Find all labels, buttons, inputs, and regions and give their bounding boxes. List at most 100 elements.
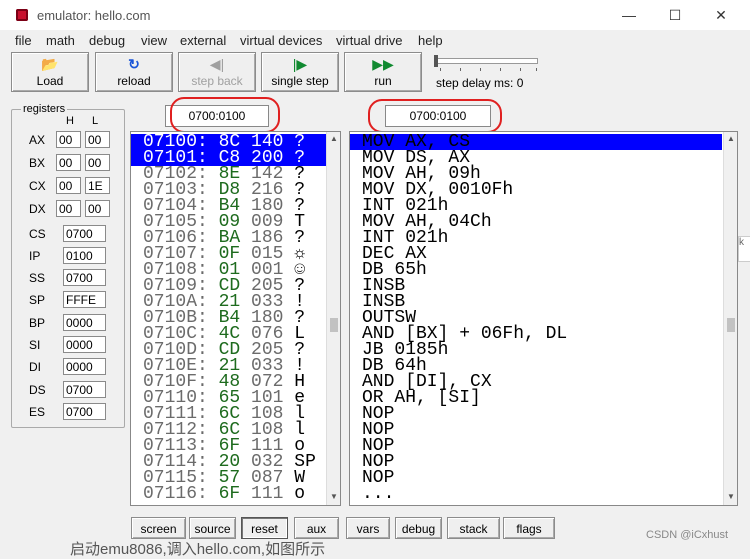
register-al-field[interactable]: 00 <box>85 131 110 148</box>
register-ds-field[interactable]: 0700 <box>63 381 106 398</box>
debug-button[interactable]: debug <box>395 517 442 539</box>
menu-external[interactable]: external <box>180 33 226 48</box>
single-step-button[interactable]: |▶ single step <box>261 52 339 92</box>
close-button[interactable]: ✕ <box>698 0 744 30</box>
registers-title: registers <box>21 103 68 115</box>
disassembly-row[interactable]: NOP <box>362 469 722 487</box>
register-sp-label: SP <box>29 293 46 307</box>
menu-help[interactable]: help <box>418 33 443 48</box>
disassembly-list[interactable]: MOV AX, CS MOV DS, AX MOV AH, 09h MOV DX, 0… <box>349 131 738 506</box>
app-icon <box>16 9 28 21</box>
maximize-button[interactable]: ☐ <box>652 0 698 30</box>
register-bp-label: BP <box>29 316 46 330</box>
disassembly-scroll-thumb[interactable] <box>727 318 735 332</box>
disassembly-row[interactable]: DB 65h <box>362 261 722 279</box>
menu-debug[interactable]: debug <box>89 33 125 48</box>
minimize-button[interactable]: — <box>606 0 652 30</box>
register-cs-label: CS <box>29 227 46 241</box>
register-es-label: ES <box>29 405 46 419</box>
register-ax-label: AX <box>29 133 46 147</box>
disassembly-row[interactable]: NOP <box>362 421 722 439</box>
slider-tick <box>480 68 481 71</box>
register-ch-field[interactable]: 00 <box>56 177 81 194</box>
register-di-label: DI <box>29 360 41 374</box>
register-ah-field[interactable]: 00 <box>56 131 81 148</box>
disassembly-row[interactable]: NOP <box>362 405 722 423</box>
screen-button[interactable]: screen <box>131 517 186 539</box>
annotation-circle <box>170 97 280 133</box>
disassembly-row[interactable]: NOP <box>362 453 722 471</box>
stack-button[interactable]: stack <box>447 517 500 539</box>
flags-button[interactable]: flags <box>503 517 555 539</box>
register-bp-field[interactable]: 0000 <box>63 314 106 331</box>
menu-virtual-devices[interactable]: virtual devices <box>240 33 322 48</box>
disassembly-row[interactable]: OR AH, [SI] <box>362 389 722 407</box>
register-ip-field[interactable]: 0100 <box>63 247 106 264</box>
register-es-field[interactable]: 0700 <box>63 403 106 420</box>
menu-file[interactable]: file <box>15 33 32 48</box>
run-button[interactable]: ▶▶ run <box>344 52 422 92</box>
register-cl-field[interactable]: 1E <box>85 177 110 194</box>
disassembly-row[interactable]: ... <box>362 485 722 503</box>
step-delay-slider[interactable] <box>436 58 538 64</box>
register-dh-field[interactable]: 00 <box>56 200 81 217</box>
menu-math[interactable]: math <box>46 33 75 48</box>
register-sp-field[interactable]: FFFE <box>63 291 106 308</box>
register-ss-field[interactable]: 0700 <box>63 269 106 286</box>
disassembly-row[interactable]: INSB <box>362 277 722 295</box>
step-back-button[interactable]: ◀| step back <box>178 52 256 92</box>
register-cs-field[interactable]: 0700 <box>63 225 106 242</box>
register-ip-label: IP <box>29 249 41 263</box>
reset-button[interactable]: reset <box>241 517 288 539</box>
reload-button[interactable]: ↻ reload <box>95 52 173 92</box>
memory-row-address: 07116: <box>143 484 208 504</box>
memory-list[interactable]: 07100: 8C 140 ? 07101: C8 200 ? 07102: 8E … <box>130 131 341 506</box>
annotation-circle <box>368 99 502 133</box>
register-ss-label: SS <box>29 271 46 285</box>
memory-row-char: o <box>294 484 306 504</box>
source-button[interactable]: source <box>189 517 236 539</box>
register-cx-label: CX <box>29 179 46 193</box>
register-dx-label: DX <box>29 202 46 216</box>
scroll-up-icon[interactable]: ▲ <box>330 134 338 143</box>
folder-open-icon: 📂 <box>41 56 59 72</box>
scroll-up-icon[interactable]: ▲ <box>727 134 735 143</box>
maximize-icon: ☐ <box>668 7 682 23</box>
minimize-icon: — <box>622 7 636 23</box>
memory-row[interactable]: 07116: 6F 111 o <box>131 484 339 504</box>
step-back-icon: ◀| <box>209 56 225 72</box>
step-delay-slider-thumb[interactable] <box>434 55 438 67</box>
reload-label: reload <box>117 74 151 88</box>
window-title: emulator: hello.com <box>37 8 151 23</box>
register-si-field[interactable]: 0000 <box>63 336 106 353</box>
page-caption-fragment: 启动emu8086,调入hello.com,如图所示 <box>70 541 326 558</box>
register-bh-field[interactable]: 00 <box>56 154 81 171</box>
disassembly-row[interactable]: NOP <box>362 437 722 455</box>
background-window-edge: k <box>738 236 750 262</box>
scroll-down-icon[interactable]: ▼ <box>330 492 338 501</box>
single-step-icon: |▶ <box>292 56 308 72</box>
disassembly-scrollbar[interactable]: ▲ ▼ <box>723 132 737 505</box>
slider-tick <box>536 68 537 71</box>
slider-tick <box>520 68 521 71</box>
memory-scrollbar[interactable]: ▲ ▼ <box>326 132 340 505</box>
load-button[interactable]: 📂 Load <box>11 52 89 92</box>
close-icon: ✕ <box>715 7 727 23</box>
disassembly-row[interactable]: INSB <box>362 293 722 311</box>
menu-virtual-drive[interactable]: virtual drive <box>336 33 402 48</box>
run-icon: ▶▶ <box>372 56 394 72</box>
register-bl-field[interactable]: 00 <box>85 154 110 171</box>
vars-button[interactable]: vars <box>346 517 390 539</box>
slider-tick <box>440 68 441 71</box>
register-ds-label: DS <box>29 383 46 397</box>
watermark: CSDN @iCxhust <box>646 529 729 541</box>
step-back-label: step back <box>191 74 243 88</box>
aux-button[interactable]: aux <box>294 517 339 539</box>
menu-view[interactable]: view <box>141 33 167 48</box>
register-bx-label: BX <box>29 156 46 170</box>
register-dl-field[interactable]: 00 <box>85 200 110 217</box>
single-step-label: single step <box>271 74 329 88</box>
scroll-down-icon[interactable]: ▼ <box>727 492 735 501</box>
memory-scroll-thumb[interactable] <box>330 318 338 332</box>
register-di-field[interactable]: 0000 <box>63 358 106 375</box>
